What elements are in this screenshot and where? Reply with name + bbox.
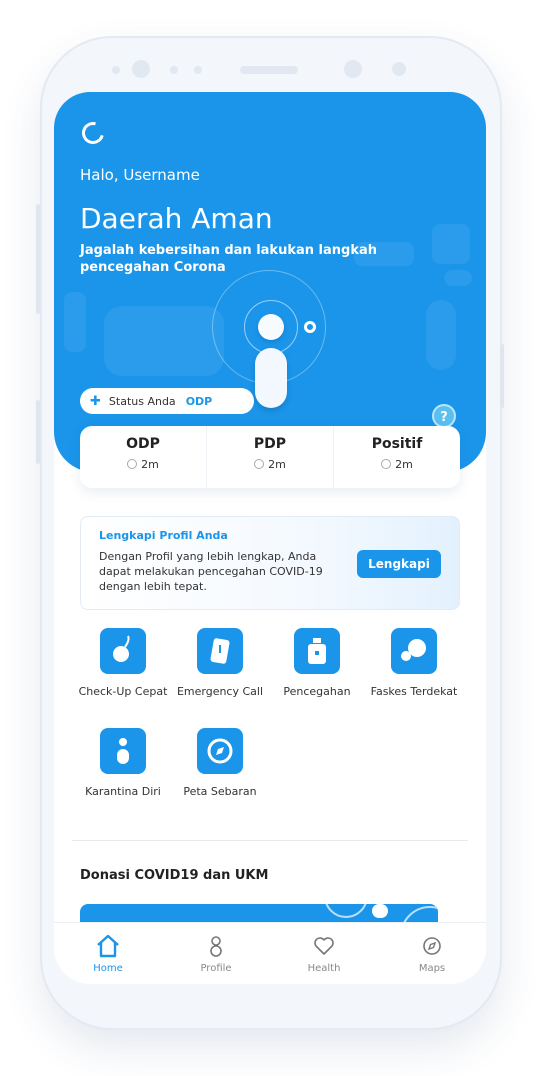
sanitizer-icon	[294, 628, 340, 674]
feature-label: Karantina Diri	[85, 785, 161, 798]
nav-profile[interactable]: Profile	[162, 923, 270, 984]
feature-peta-sebaran[interactable]: Peta Sebaran	[170, 728, 270, 800]
clock-icon	[127, 459, 138, 469]
nav-label: Health	[307, 963, 341, 974]
stat-time: 2m	[268, 458, 286, 471]
feature-label: Pencegahan	[283, 685, 351, 698]
status-value: ODP	[185, 394, 213, 408]
nav-maps[interactable]: Maps	[378, 923, 486, 984]
stat-odp[interactable]: ODP 2m	[80, 426, 207, 488]
nav-label: Profile	[200, 963, 232, 974]
zone-subtitle: Jagalah kebersihan dan lakukan langkah p…	[80, 243, 377, 275]
section-divider	[72, 840, 468, 841]
side-button-left-2	[36, 400, 40, 464]
person-icon	[100, 728, 146, 774]
nav-health[interactable]: Health	[270, 923, 378, 984]
app-screen: Halo, Username Daerah Aman Jagalah keber…	[54, 92, 486, 984]
feature-pencegahan[interactable]: Pencegahan	[267, 628, 367, 700]
person-illustration-body	[255, 348, 287, 408]
feature-faskes-terdekat[interactable]: Faskes Terdekat	[364, 628, 464, 700]
feature-label: Faskes Terdekat	[370, 685, 458, 698]
status-label: Status Anda	[108, 394, 176, 408]
feature-checkup[interactable]: Check-Up Cepat	[73, 628, 173, 700]
complete-profile-card: Lengkapi Profil Anda Dengan Profil yang …	[80, 516, 460, 610]
stat-pdp[interactable]: PDP 2m	[207, 426, 334, 488]
profile-card-title: Lengkapi Profil Anda	[99, 529, 228, 542]
nav-home[interactable]: Home	[54, 923, 162, 984]
stethoscope-icon	[100, 628, 146, 674]
zone-title: Daerah Aman	[80, 202, 273, 235]
stat-positif[interactable]: Positif 2m	[334, 426, 460, 488]
phone-icon	[197, 628, 243, 674]
profile-card-body: Dengan Profil yang lebih lengkap, Anda d…	[99, 550, 323, 593]
person-illustration-head	[258, 314, 284, 340]
phone-sensor-bar	[108, 60, 428, 80]
stat-label: ODP	[126, 436, 160, 452]
stats-card: ODP 2m PDP 2m Positif 2m	[80, 426, 460, 488]
side-button-right	[500, 344, 504, 408]
pill-icon	[391, 628, 437, 674]
hero-header: Halo, Username Daerah Aman Jagalah keber…	[54, 92, 486, 472]
compass-icon	[419, 933, 445, 959]
stat-time: 2m	[395, 458, 413, 471]
bottom-navigation: Home Profile Health Maps	[54, 922, 486, 984]
clock-icon	[381, 459, 392, 469]
help-icon[interactable]: ?	[432, 404, 456, 428]
feature-label: Emergency Call	[176, 685, 264, 698]
nav-label: Maps	[418, 963, 446, 974]
stat-label: PDP	[253, 436, 287, 452]
app-logo-icon	[77, 117, 109, 149]
feature-label: Check-Up Cepat	[78, 685, 168, 698]
heart-icon	[311, 933, 337, 959]
stat-time: 2m	[141, 458, 159, 471]
location-dot-icon	[304, 321, 316, 333]
greeting-text: Halo, Username	[80, 166, 200, 184]
home-icon	[95, 933, 121, 959]
compass-icon	[197, 728, 243, 774]
nav-label: Home	[93, 963, 123, 974]
complete-profile-button[interactable]: Lengkapi	[357, 550, 441, 578]
stat-label: Positif	[371, 436, 423, 452]
feature-label: Peta Sebaran	[183, 785, 257, 798]
feature-karantina-diri[interactable]: Karantina Diri	[73, 728, 173, 800]
donation-section-title: Donasi COVID19 dan UKM	[80, 868, 269, 883]
side-button-left-1	[36, 204, 40, 314]
plus-icon: ✚	[90, 393, 101, 409]
status-pill[interactable]: ✚ Status Anda ODP	[80, 388, 254, 414]
clock-icon	[254, 459, 265, 469]
profile-icon	[203, 933, 229, 959]
feature-emergency-call[interactable]: Emergency Call	[170, 628, 270, 700]
